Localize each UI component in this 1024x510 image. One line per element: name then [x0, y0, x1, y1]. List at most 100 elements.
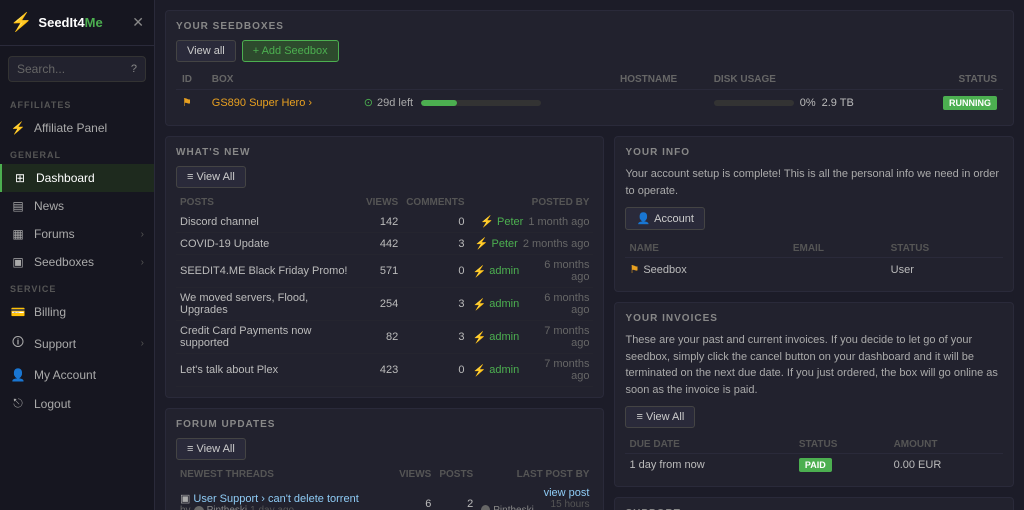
forum-col-lastpost: LAST POST BY: [477, 466, 593, 483]
table-row: 1 day from now PAID 0.00 EUR: [625, 454, 1003, 477]
support-icon: 🛈: [10, 333, 26, 354]
logo-area: ⚡ SeedIt4Me: [10, 12, 103, 33]
post-comments: 3: [402, 233, 468, 255]
thread-info: ▣ User Support › can't delete torrent by…: [176, 483, 395, 510]
post-views: 423: [362, 354, 402, 387]
whats-new-view-all-button[interactable]: ≡ View All: [176, 166, 246, 188]
sidebar-item-support[interactable]: 🛈 Support ›: [0, 326, 154, 361]
main-content: YOUR SEEDBOXES View all + Add Seedbox ID…: [155, 0, 1024, 510]
info-name: ⚑ Seedbox: [625, 258, 788, 282]
sidebar-item-label: News: [34, 199, 64, 213]
info-status: User: [887, 258, 1003, 282]
forums-icon: ▦: [10, 227, 26, 241]
seedboxes-title: YOUR SEEDBOXES: [176, 21, 1003, 32]
avatar: [194, 506, 204, 510]
author-time: 6 months ago: [524, 292, 589, 316]
post-comments: 3: [402, 288, 468, 321]
sidebar-item-label: Seedboxes: [34, 255, 94, 269]
forum-updates-card: FORUM UPDATES ≡ View All NEWEST THREADS …: [165, 408, 604, 510]
post-views: 254: [362, 288, 402, 321]
row-hostname: [614, 90, 708, 116]
view-all-button[interactable]: View all: [176, 40, 236, 62]
posts-col-author: POSTED BY: [469, 194, 594, 211]
post-views: 571: [362, 255, 402, 288]
forum-view-all-button[interactable]: ≡ View All: [176, 438, 246, 460]
author-name: Peter: [492, 238, 518, 250]
info-email: [789, 258, 887, 282]
row-days: ⊙ 29d left: [358, 90, 614, 116]
account-button[interactable]: 👤 Account: [625, 207, 704, 230]
whats-new-title: WHAT'S NEW: [176, 147, 593, 158]
author-time: 2 months ago: [523, 238, 590, 250]
thread-title-text: User Support › can't delete torrent: [193, 493, 358, 505]
col-hostname: HOSTNAME: [614, 70, 708, 90]
author-name: admin: [489, 331, 519, 343]
bolt-icon: ⚡: [475, 237, 489, 250]
by-label: by: [180, 505, 191, 510]
right-column: YOUR INFO Your account setup is complete…: [614, 136, 1014, 510]
col-disk: DISK USAGE: [708, 70, 914, 90]
logout-icon: ⎋: [10, 396, 26, 411]
sidebar-item-my-account[interactable]: 👤 My Account: [0, 361, 154, 389]
left-column: WHAT'S NEW ≡ View All POSTS VIEWS COMMEN…: [165, 136, 604, 510]
invoices-table: DUE DATE STATUS AMOUNT 1 day from now PA…: [625, 436, 1003, 476]
chevron-right-icon: ›: [141, 229, 144, 240]
post-comments: 0: [402, 211, 468, 233]
post-comments: 3: [402, 321, 468, 354]
author-name: admin: [489, 298, 519, 310]
inv-status: PAID: [795, 454, 890, 477]
account-icon: 👤: [10, 368, 26, 382]
posts-col-views: VIEWS: [362, 194, 402, 211]
news-icon: ▤: [10, 199, 26, 213]
thread-views: 6: [395, 483, 435, 510]
col-box: BOX: [206, 70, 358, 90]
post-title: COVID-19 Update: [176, 233, 362, 255]
row-status: RUNNING: [914, 90, 1003, 116]
two-col-layout: WHAT'S NEW ≡ View All POSTS VIEWS COMMEN…: [165, 136, 1014, 510]
close-icon[interactable]: ✕: [132, 14, 144, 31]
inv-col-due: DUE DATE: [625, 436, 794, 454]
your-info-card: YOUR INFO Your account setup is complete…: [614, 136, 1014, 292]
forum-col-thread: NEWEST THREADS: [176, 466, 395, 483]
sidebar-item-affiliate-panel[interactable]: ⚡ Affiliate Panel: [0, 114, 154, 142]
bolt-icon: ⚡: [473, 298, 487, 311]
section-label-service: SERVICE: [0, 276, 154, 298]
thread-last-post: view post Pintheski 15 hours ago: [477, 483, 593, 510]
sidebar-item-forums[interactable]: ▦ Forums ›: [0, 220, 154, 248]
bolt-icon: ⚡: [473, 364, 487, 377]
row-id: ⚑: [176, 90, 206, 116]
post-author: ⚡ admin 7 months ago: [469, 354, 594, 387]
info-name-text: Seedbox: [643, 264, 686, 276]
sidebar-item-news[interactable]: ▤ News: [0, 192, 154, 220]
post-title: Let's talk about Plex: [176, 354, 362, 387]
disk-size: 2.9 TB: [822, 97, 854, 109]
post-author: ⚡ Peter 2 months ago: [469, 233, 594, 255]
author-time: 7 months ago: [524, 358, 589, 382]
your-invoices-card: YOUR INVOICES These are your past and cu…: [614, 302, 1014, 487]
sidebar-item-label: Forums: [34, 227, 75, 241]
sidebar: ⚡ SeedIt4Me ✕ ? AFFILIATES ⚡ Affiliate P…: [0, 0, 155, 510]
forum-col-views: VIEWS: [395, 466, 435, 483]
your-info-description: Your account setup is complete! This is …: [625, 166, 1003, 199]
sidebar-item-dashboard[interactable]: ⊞ Dashboard: [0, 164, 154, 192]
sidebar-item-logout[interactable]: ⎋ Logout: [0, 389, 154, 418]
help-icon[interactable]: ?: [131, 63, 137, 75]
search-bar[interactable]: ?: [8, 56, 146, 82]
add-seedbox-button[interactable]: + Add Seedbox: [242, 40, 339, 62]
forum-updates-title: FORUM UPDATES: [176, 419, 593, 430]
invoices-view-all-button[interactable]: ≡ View All: [625, 406, 695, 428]
inv-amount: 0.00 EUR: [890, 454, 1003, 477]
post-comments: 0: [402, 354, 468, 387]
author-time: 7 months ago: [524, 325, 589, 349]
posts-col-title: POSTS: [176, 194, 362, 211]
last-post-by: Pintheski: [493, 505, 534, 510]
sidebar-item-seedboxes[interactable]: ▣ Seedboxes ›: [0, 248, 154, 276]
author-name: admin: [489, 265, 519, 277]
sidebar-item-billing[interactable]: 💳 Billing: [0, 298, 154, 326]
chevron-right-icon: ›: [141, 338, 144, 349]
sidebar-item-label: Affiliate Panel: [34, 121, 107, 135]
sidebar-logo: ⚡ SeedIt4Me ✕: [0, 0, 154, 46]
search-input[interactable]: [17, 62, 102, 76]
last-post-time: 15 hours ago: [537, 499, 590, 510]
forum-table: NEWEST THREADS VIEWS POSTS LAST POST BY …: [176, 466, 593, 510]
